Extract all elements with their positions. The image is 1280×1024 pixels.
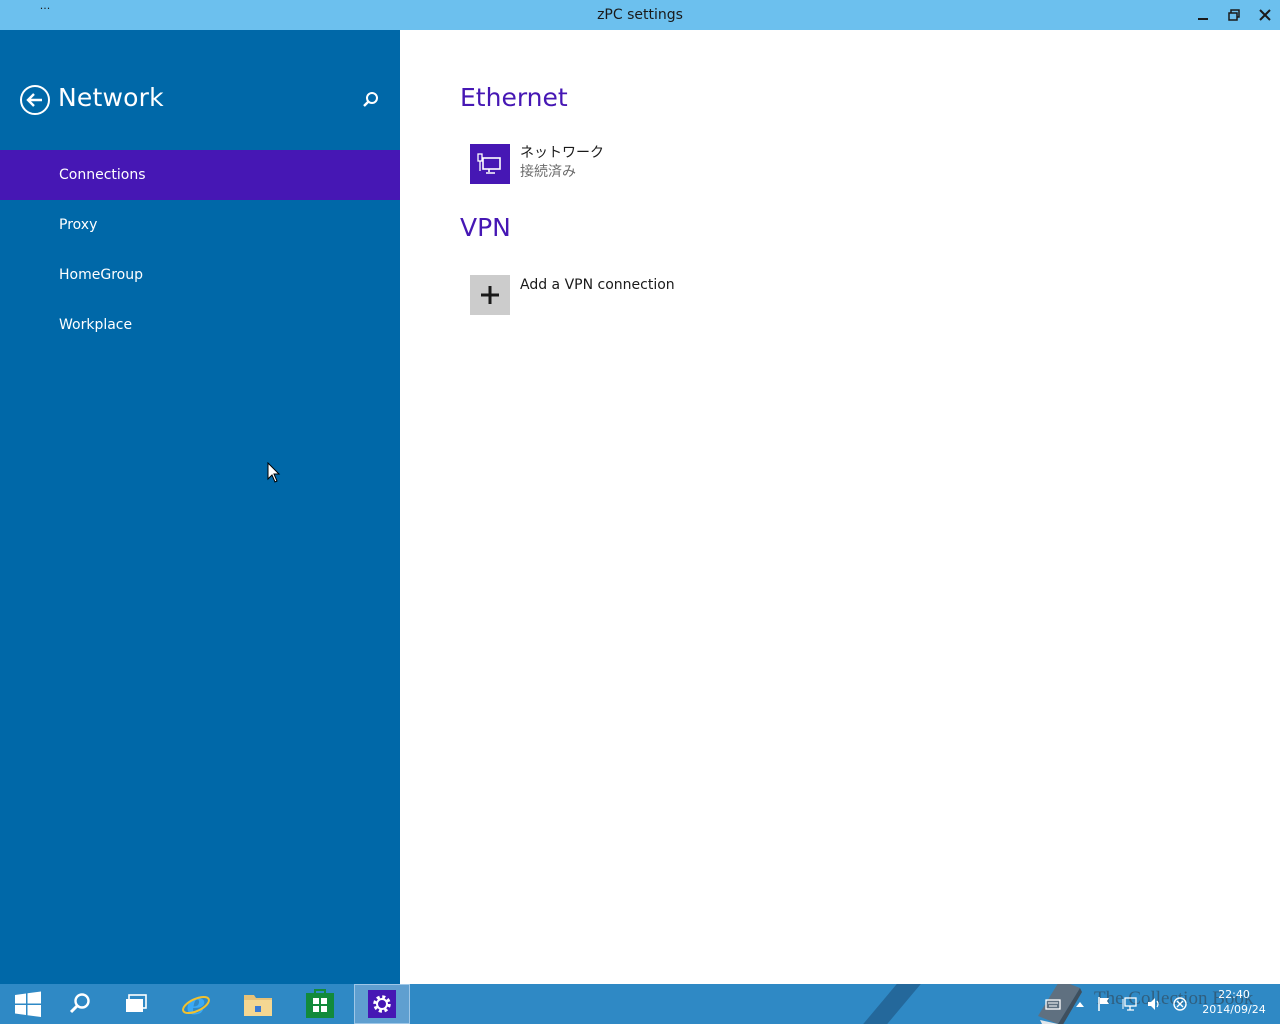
chevron-up-icon [1076, 1002, 1084, 1007]
restore-icon [1228, 9, 1240, 21]
flag-icon [1098, 997, 1109, 1011]
keyboard-tray-button[interactable] [1045, 996, 1061, 1012]
ethernet-connection-item[interactable]: ネットワーク 接続済み [470, 144, 604, 184]
taskbar: e The Collection Book 22:40 2014/09/24 [0, 984, 1280, 1024]
nav-item-workplace[interactable]: Workplace [0, 300, 400, 350]
close-icon [1259, 9, 1271, 21]
add-vpn-connection-button[interactable]: Add a VPN connection [470, 275, 675, 315]
search-button[interactable] [360, 90, 380, 110]
speaker-icon [1148, 998, 1159, 1010]
network-tray-button[interactable] [1122, 996, 1138, 1012]
title-bar: ··· zPC settings [0, 0, 1280, 30]
nav-item-connections[interactable]: Connections [0, 150, 400, 200]
task-view-button[interactable] [108, 984, 164, 1024]
taskbar-search-button[interactable] [52, 984, 108, 1024]
minimize-icon [1198, 18, 1208, 20]
back-button[interactable] [19, 84, 51, 116]
connection-status: 接続済み [520, 164, 576, 180]
internet-explorer-icon: e [182, 988, 210, 1020]
settings-gear-icon [368, 990, 396, 1018]
minimize-button[interactable] [1191, 4, 1215, 26]
clock[interactable]: 22:40 2014/09/24 [1196, 987, 1272, 1017]
pane-title: Network [58, 83, 164, 112]
search-icon [363, 92, 378, 107]
nav-item-homegroup[interactable]: HomeGroup [0, 250, 400, 300]
window-title: zPC settings [597, 7, 683, 23]
clock-time: 22:40 [1218, 988, 1250, 1001]
nav-list: Connections Proxy HomeGroup Workplace [0, 150, 400, 350]
app-menu-button[interactable]: ··· [36, 3, 54, 20]
start-icon [15, 991, 41, 1017]
close-button[interactable] [1253, 4, 1277, 26]
settings-button[interactable] [354, 984, 410, 1024]
file-explorer-icon [244, 995, 272, 1016]
action-center-button[interactable] [1096, 996, 1112, 1012]
network-icon [1122, 997, 1137, 1011]
plus-icon [470, 275, 510, 315]
start-button[interactable] [0, 984, 56, 1024]
internet-explorer-button[interactable]: e [168, 984, 224, 1024]
keyboard-icon [1045, 999, 1061, 1010]
volume-tray-button[interactable] [1146, 996, 1162, 1012]
content-pane: Ethernet ネットワーク 接続済み VPN Add a VPN conne… [400, 30, 1280, 984]
taskbar-decoration [863, 984, 921, 1024]
store-button[interactable] [292, 984, 348, 1024]
status-circle-x-icon [1173, 997, 1187, 1011]
status-tray-button[interactable] [1172, 996, 1188, 1012]
system-tray [1040, 984, 1200, 1024]
svg-text:e: e [186, 988, 205, 1020]
nav-item-proxy[interactable]: Proxy [0, 200, 400, 250]
store-icon [306, 989, 334, 1018]
file-explorer-button[interactable] [230, 984, 286, 1024]
connection-name: ネットワーク [520, 145, 604, 161]
back-arrow-icon [20, 85, 50, 115]
restore-button[interactable] [1222, 4, 1246, 26]
add-vpn-label: Add a VPN connection [520, 277, 675, 293]
show-hidden-icons-button[interactable] [1072, 996, 1088, 1012]
ethernet-heading: Ethernet [460, 83, 568, 112]
clock-date: 2014/09/24 [1202, 1003, 1266, 1016]
search-icon [69, 993, 90, 1014]
left-pane: Network Connections Proxy HomeGroup Work… [0, 30, 400, 984]
ethernet-monitor-icon [470, 144, 510, 184]
vpn-heading: VPN [460, 213, 511, 242]
mouse-pointer-icon [267, 462, 281, 483]
task-view-icon [126, 994, 147, 1012]
